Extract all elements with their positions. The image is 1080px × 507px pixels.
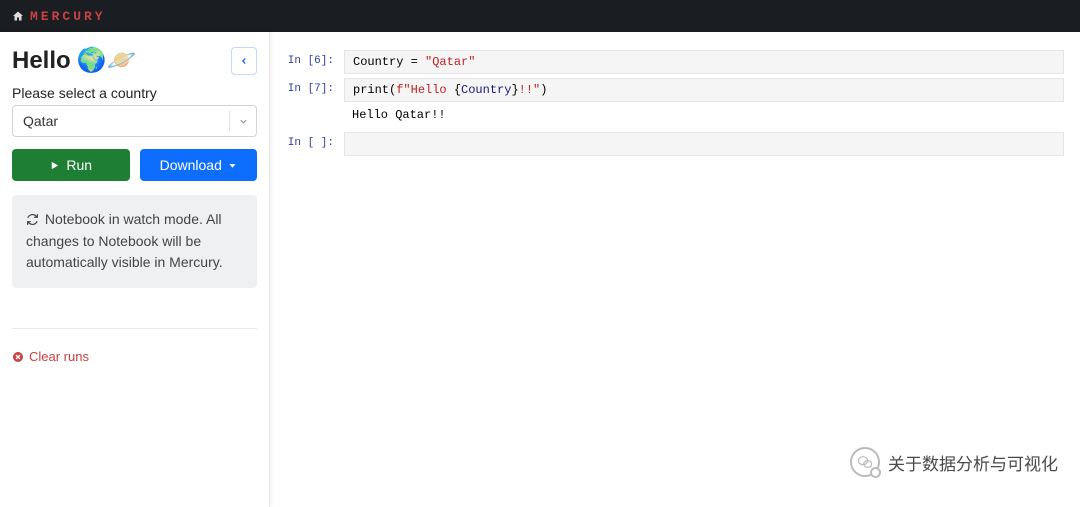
page-title-text: Hello bbox=[12, 47, 71, 75]
status-text: Notebook in watch mode. All changes to N… bbox=[26, 211, 223, 270]
notebook-cell: In [7]:print(f"Hello {Country}!!")Hello … bbox=[286, 78, 1064, 128]
clear-runs-link[interactable]: Clear runs bbox=[12, 349, 89, 364]
notebook-cell: In [6]:Country = "Qatar" bbox=[286, 50, 1064, 74]
run-button-label: Run bbox=[66, 157, 92, 173]
sidebar: Hello 🌍🪐 Please select a country Run bbox=[0, 32, 270, 507]
code-input[interactable]: print(f"Hello {Country}!!") bbox=[344, 78, 1064, 102]
code-input[interactable]: Country = "Qatar" bbox=[344, 50, 1064, 74]
code-input[interactable] bbox=[344, 132, 1064, 156]
watermark-text: 关于数据分析与可视化 bbox=[888, 450, 1058, 475]
country-select[interactable] bbox=[12, 105, 257, 137]
watermark: 关于数据分析与可视化 bbox=[850, 447, 1058, 477]
run-button[interactable]: Run bbox=[12, 149, 130, 181]
country-input[interactable] bbox=[12, 105, 257, 137]
home-icon[interactable] bbox=[12, 10, 24, 22]
chevron-left-icon bbox=[239, 55, 249, 67]
collapse-sidebar-button[interactable] bbox=[231, 47, 257, 75]
cell-prompt: In [ ]: bbox=[286, 132, 344, 156]
status-message: Notebook in watch mode. All changes to N… bbox=[12, 195, 257, 288]
globe-planet-icon: 🌍🪐 bbox=[77, 46, 137, 75]
cell-prompt: In [6]: bbox=[286, 50, 344, 74]
clear-runs-label: Clear runs bbox=[29, 349, 89, 364]
cell-output: Hello Qatar!! bbox=[344, 102, 1064, 128]
topbar: MERCURY bbox=[0, 0, 1080, 32]
page-title: Hello 🌍🪐 bbox=[12, 46, 136, 75]
close-circle-icon bbox=[12, 351, 24, 363]
refresh-icon bbox=[26, 213, 39, 226]
cell-prompt: In [7]: bbox=[286, 78, 344, 128]
notebook-output: In [6]:Country = "Qatar"In [7]:print(f"H… bbox=[270, 32, 1080, 507]
notebook-cell: In [ ]: bbox=[286, 132, 1064, 156]
wechat-icon bbox=[850, 447, 880, 477]
download-button-label: Download bbox=[160, 157, 222, 173]
play-icon bbox=[49, 160, 60, 171]
caret-down-icon bbox=[228, 161, 237, 170]
download-button[interactable]: Download bbox=[140, 149, 258, 181]
country-label: Please select a country bbox=[12, 85, 257, 101]
brand-title[interactable]: MERCURY bbox=[30, 9, 106, 24]
